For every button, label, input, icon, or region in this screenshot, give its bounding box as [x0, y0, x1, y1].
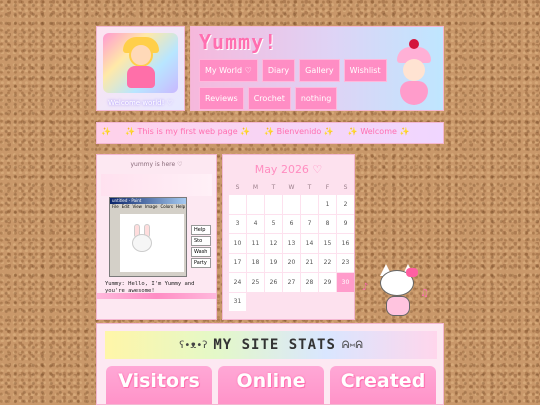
calendar-day[interactable]: 23 [337, 253, 354, 272]
nav-gallery[interactable]: Gallery [299, 59, 340, 82]
calendar-day[interactable]: 5 [265, 214, 282, 233]
calendar-weekdays: SMTWTFS [229, 184, 348, 191]
calendar-title: May 2026 ♡ [254, 163, 323, 176]
calendar-day[interactable]: 16 [337, 234, 354, 253]
calendar-day[interactable]: 20 [283, 253, 300, 272]
avatar-panel: Welcome world! ♡ [96, 26, 185, 111]
calendar-day[interactable]: 21 [301, 253, 318, 272]
calendar-day[interactable]: 29 [319, 273, 336, 292]
paint-window-screenshot: untitled - Paint File Edit View Image Colors… [109, 197, 187, 277]
status-title: yummy is here ♡ [130, 161, 183, 168]
calendar-day[interactable]: 22 [319, 253, 336, 272]
cupcake-doll-image [391, 39, 437, 109]
bunny-deco: ᕱ⑅ᕱ [341, 339, 363, 351]
sparkle-icon: ✨ [347, 127, 358, 136]
weekday-label: F [325, 184, 330, 191]
site-stats-panel: ʕ•ᴥ•ʔ MY SITE STATS ᕱ⑅ᕱ Visitors Online … [96, 323, 444, 405]
weekday-label: W [288, 184, 295, 191]
nav-reviews[interactable]: Reviews [199, 87, 244, 110]
site-header: Yummy! My World ♡ Diary Gallery Wishlist… [190, 26, 444, 111]
calendar-day[interactable]: 25 [247, 273, 264, 292]
stat-label-visitors: Visitors [118, 370, 200, 392]
nav-nothing[interactable]: nothing [294, 87, 338, 110]
side-tags: Help Sto Wash Party [191, 225, 211, 268]
stat-card-online: Online [218, 366, 324, 404]
calendar-day[interactable]: 3 [229, 214, 246, 233]
calendar-blank-cell [265, 195, 282, 214]
avatar-image [103, 33, 178, 93]
stat-card-visitors: Visitors [106, 366, 212, 404]
stats-title-bar: ʕ•ᴥ•ʔ MY SITE STATS ᕱ⑅ᕱ [105, 331, 437, 359]
calendar-blank-cell [247, 195, 264, 214]
calendar-day[interactable]: 8 [319, 214, 336, 233]
sparkle-icon: ✨ [240, 127, 251, 136]
calendar-day[interactable]: 12 [265, 234, 282, 253]
calendar-day[interactable]: 7 [301, 214, 318, 233]
avatar-caption: Welcome world! ♡ [108, 99, 173, 107]
calendar-day[interactable]: 24 [229, 273, 246, 292]
nav-crochet[interactable]: Crochet [247, 87, 291, 110]
calendar-day[interactable]: 9 [337, 214, 354, 233]
calendar-day[interactable]: 31 [229, 292, 246, 311]
calendar-day[interactable]: 18 [247, 253, 264, 272]
kitty-image: ♪ ♫ [362, 262, 432, 322]
stat-label-created: Created [340, 370, 426, 392]
sparkle-icon: ✨ [323, 127, 334, 136]
stats-title: MY SITE STATS [213, 337, 336, 353]
calendar-day[interactable]: 1 [319, 195, 336, 214]
calendar-day[interactable]: 4 [247, 214, 264, 233]
calendar-day[interactable]: 13 [283, 234, 300, 253]
sparkle-icon: ✨ [101, 127, 111, 136]
paint-canvas [120, 214, 184, 272]
status-strip [101, 174, 212, 196]
calendar-day[interactable]: 10 [229, 234, 246, 253]
calendar-blank-cell [283, 195, 300, 214]
welcome-marquee: ✨ ✨ This is my first web page ✨ ✨ Bienve… [96, 122, 444, 144]
sparkle-icon: ✨ [264, 127, 275, 136]
calendar-grid: 1 2 3 4 5 6 7 8 9 10 11 12 13 14 15 16 17 18 19 20 21 22 23 24 2… [229, 195, 354, 311]
calendar-day[interactable]: 6 [283, 214, 300, 233]
calendar-blank-cell [229, 195, 246, 214]
nav-my-world[interactable]: My World ♡ [199, 59, 258, 82]
nav-wishlist[interactable]: Wishlist [343, 59, 387, 82]
status-footer-bar [97, 293, 216, 299]
sparkle-icon: ✨ [124, 127, 135, 136]
calendar-day-today[interactable]: 30 [337, 273, 354, 292]
calendar-day[interactable]: 2 [337, 195, 354, 214]
calendar-day[interactable]: 17 [229, 253, 246, 272]
calendar-day[interactable]: 28 [301, 273, 318, 292]
calendar-blank-cell [301, 195, 318, 214]
bow-icon [406, 268, 418, 277]
calendar-day[interactable]: 19 [265, 253, 282, 272]
status-panel: yummy is here ♡ untitled - Paint File Edi… [96, 154, 217, 320]
weekday-label: S [343, 184, 348, 191]
calendar-day[interactable]: 15 [319, 234, 336, 253]
calendar-day[interactable]: 26 [265, 273, 282, 292]
marquee-text-2: Bienvenido [276, 127, 322, 136]
bunny-icon [132, 234, 152, 252]
calendar-day[interactable]: 27 [283, 273, 300, 292]
nav-diary[interactable]: Diary [261, 59, 296, 82]
weekday-label: T [271, 184, 276, 191]
calendar: May 2026 ♡ SMTWTFS 1 2 3 4 5 6 7 8 9 10 11 12 13 14 15… [222, 154, 355, 320]
marquee-text-1: This is my first web page [137, 127, 238, 136]
bear-deco: ʕ•ᴥ•ʔ [179, 339, 208, 351]
stat-card-created: Created [330, 366, 436, 404]
music-note-icon: ♪ [362, 282, 369, 293]
calendar-day[interactable]: 11 [247, 234, 264, 253]
weekday-label: T [307, 184, 312, 191]
calendar-day[interactable]: 14 [301, 234, 318, 253]
weekday-label: S [235, 184, 240, 191]
weekday-label: M [252, 184, 259, 191]
music-note-icon: ♫ [420, 288, 429, 299]
marquee-text-3: Welcome [360, 127, 397, 136]
sparkle-icon: ✨ [399, 127, 410, 136]
stat-label-online: Online [236, 370, 306, 392]
paint-menu: File Edit View Image Colors Help [112, 204, 186, 209]
